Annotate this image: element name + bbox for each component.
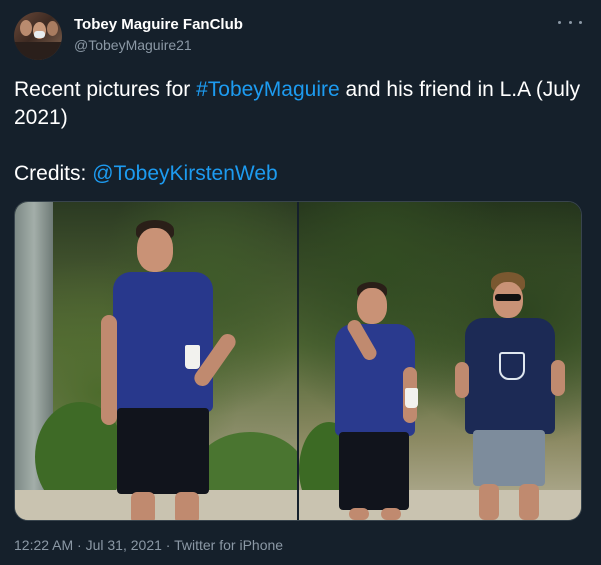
tweet-body: Recent pictures for #TobeyMaguire and hi… bbox=[14, 76, 589, 132]
arm-left bbox=[101, 315, 117, 425]
meta-separator: · bbox=[161, 537, 175, 553]
arm-left bbox=[455, 362, 469, 398]
more-options-icon[interactable] bbox=[558, 12, 582, 32]
leg bbox=[175, 492, 199, 520]
leg bbox=[349, 508, 369, 520]
cup bbox=[405, 388, 418, 408]
shorts bbox=[473, 430, 545, 486]
tweet-meta: 12:22 AM · Jul 31, 2021 · Twitter for iP… bbox=[14, 537, 283, 553]
ground bbox=[15, 490, 297, 520]
credits-label: Credits: bbox=[14, 162, 93, 185]
cup bbox=[185, 345, 200, 369]
avatar-face-left bbox=[20, 20, 32, 36]
tweet-credits: Credits: @TobeyKirstenWeb bbox=[14, 160, 589, 188]
user-handle[interactable]: @TobeyMaguire21 bbox=[74, 37, 192, 53]
leg bbox=[131, 492, 155, 520]
shorts bbox=[339, 432, 409, 510]
avatar-face-mask bbox=[34, 31, 45, 38]
avatar[interactable] bbox=[14, 12, 62, 60]
leg bbox=[381, 508, 401, 520]
more-dot bbox=[568, 20, 572, 24]
more-dot bbox=[579, 20, 582, 24]
photo-right[interactable] bbox=[299, 202, 581, 520]
tshirt bbox=[113, 272, 213, 412]
head bbox=[137, 228, 173, 272]
photo-left[interactable] bbox=[15, 202, 297, 520]
hashtag-link[interactable]: #TobeyMaguire bbox=[196, 78, 340, 101]
leg bbox=[479, 484, 499, 520]
mention-link[interactable]: @TobeyKirstenWeb bbox=[92, 162, 278, 185]
tweet-date[interactable]: Jul 31, 2021 bbox=[86, 537, 162, 553]
arm-right bbox=[551, 360, 565, 396]
avatar-face-right bbox=[47, 21, 58, 36]
tweet-time[interactable]: 12:22 AM bbox=[14, 537, 73, 553]
display-name[interactable]: Tobey Maguire FanClub bbox=[74, 16, 243, 33]
shorts bbox=[117, 408, 209, 494]
leg bbox=[519, 484, 539, 520]
tweet-source[interactable]: Twitter for iPhone bbox=[174, 537, 283, 553]
tweet: Tobey Maguire FanClub @TobeyMaguire21 Re… bbox=[0, 0, 601, 565]
sunglasses bbox=[495, 294, 521, 301]
tweet-text: Recent pictures for #TobeyMaguire and hi… bbox=[14, 76, 589, 188]
head bbox=[357, 288, 387, 324]
avatar-shirts bbox=[14, 42, 62, 60]
meta-separator: · bbox=[73, 537, 86, 553]
tweet-text-prefix: Recent pictures for bbox=[14, 78, 197, 101]
more-dot bbox=[558, 20, 561, 24]
media-grid bbox=[14, 201, 582, 521]
hoodie-logo bbox=[499, 352, 525, 380]
